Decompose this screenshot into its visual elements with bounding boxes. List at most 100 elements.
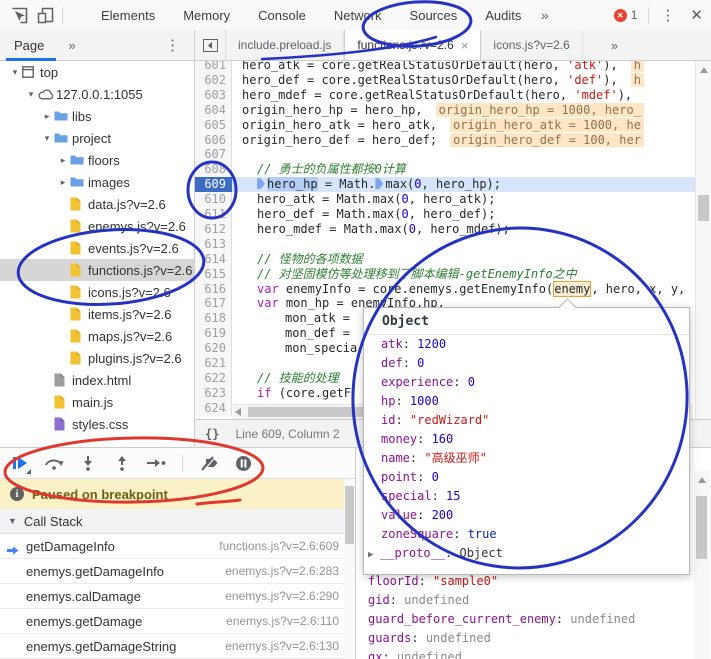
gutter-line-612[interactable]: 612 xyxy=(195,222,232,237)
gutter-line-617[interactable]: 617 xyxy=(195,296,232,311)
panel-tab-audits[interactable]: Audits xyxy=(483,2,523,29)
tree-item-items-js-v-2-6[interactable]: items.js?v=2.6 xyxy=(0,303,194,325)
gutter-line-601[interactable]: 601 xyxy=(195,61,232,73)
scrollbar-thumb[interactable] xyxy=(696,496,707,559)
tree-item-data-js-v-2-6[interactable]: data.js?v=2.6 xyxy=(0,193,194,215)
hide-navigator-icon[interactable] xyxy=(195,30,226,60)
gutter-line-611[interactable]: 611 xyxy=(195,207,232,222)
editor-vertical-scrollbar[interactable] xyxy=(695,61,711,419)
device-toolbar-icon[interactable] xyxy=(32,4,58,26)
scope-scrollbar[interactable] xyxy=(694,471,710,659)
tree-item-index-html[interactable]: index.html xyxy=(0,369,194,391)
step-over-button[interactable] xyxy=(42,452,66,474)
panel-tab-memory[interactable]: Memory xyxy=(181,2,232,29)
tab-close-icon[interactable]: × xyxy=(461,38,469,53)
tree-item-images[interactable]: ▸images xyxy=(0,171,194,193)
code-line-601: hero_atk = core.getRealStatusOrDefault(h… xyxy=(232,61,711,73)
chevron-down-icon[interactable]: ▾ xyxy=(8,67,22,78)
gutter-line-616[interactable]: 616 xyxy=(195,282,232,297)
gutter-line-607[interactable]: 607 xyxy=(195,147,232,162)
tree-item-styles-css[interactable]: styles.css xyxy=(0,413,194,435)
tree-item-enemys-js-v-2-6[interactable]: enemys.js?v=2.6 xyxy=(0,215,194,237)
gutter-line-613[interactable]: 613 xyxy=(195,237,232,252)
scrollbar-thumb[interactable] xyxy=(248,407,381,417)
panel-tab-sources[interactable]: Sources xyxy=(408,2,460,29)
gutter-line-620[interactable]: 620 xyxy=(195,341,232,356)
panel-tabs-overflow-icon[interactable]: » xyxy=(541,7,549,23)
chevron-down-icon[interactable]: ▾ xyxy=(40,133,54,144)
scope-var-gx: gx: undefined xyxy=(368,648,635,659)
tree-item-functions-js-v-2-6[interactable]: functions.js?v=2.6 xyxy=(0,259,194,281)
gutter-line-615[interactable]: 615 xyxy=(195,267,232,282)
hovered-variable-enemy[interactable]: enemy xyxy=(553,281,591,297)
tree-item-maps-js-v-2-6[interactable]: maps.js?v=2.6 xyxy=(0,325,194,347)
gutter-line-614[interactable]: 614 xyxy=(195,252,232,267)
tree-item-icons-js-v-2-6[interactable]: icons.js?v=2.6 xyxy=(0,281,194,303)
step-out-button[interactable] xyxy=(110,452,134,474)
call-stack-frame-enemys-getdamage[interactable]: enemys.getDamageenemys.js?v=2.6:110 xyxy=(0,609,355,634)
js-file-icon xyxy=(70,197,81,211)
continue-to-location-marker[interactable] xyxy=(375,178,383,189)
tree-item-plugins-js-v-2-6[interactable]: plugins.js?v=2.6 xyxy=(0,347,194,369)
chevron-right-icon[interactable]: ▸ xyxy=(40,111,54,122)
tab-page[interactable]: Page xyxy=(12,31,46,60)
tree-item-libs[interactable]: ▸libs xyxy=(0,105,194,127)
call-stack-frame-getdamageinfo[interactable]: getDamageInfofunctions.js?v=2.6:609 xyxy=(0,534,355,559)
gutter-line-606[interactable]: 606 xyxy=(195,133,232,148)
editor-tabs-overflow-icon[interactable]: » xyxy=(601,30,628,60)
call-stack-frame-enemys-getdamageinfo[interactable]: enemys.getDamageInfoenemys.js?v=2.6:283 xyxy=(0,559,355,584)
chevron-right-icon[interactable]: ▸ xyxy=(56,155,70,166)
inspect-element-icon[interactable] xyxy=(6,4,32,26)
gutter-line-603[interactable]: 603 xyxy=(195,88,232,103)
panel-tab-network[interactable]: Network xyxy=(332,2,384,29)
resume-button[interactable] xyxy=(8,452,32,474)
navigator-tabs-overflow-icon[interactable]: » xyxy=(68,38,75,53)
tree-item-project[interactable]: ▾project xyxy=(0,127,194,149)
tree-item-main-js[interactable]: main.js xyxy=(0,391,194,413)
editor-tab-include-preload-js[interactable]: include.preload.js xyxy=(226,30,344,60)
gutter-line-619[interactable]: 619 xyxy=(195,326,232,341)
chevron-down-icon[interactable]: ▾ xyxy=(24,89,38,100)
code-segment: , hero, x, y, xyxy=(591,282,685,296)
call-stack-header[interactable]: ▼ Call Stack xyxy=(0,509,355,534)
scroll-up-icon[interactable] xyxy=(700,67,708,73)
call-stack-frame-enemys-caldamage[interactable]: enemys.calDamageenemys.js?v=2.6:290 xyxy=(0,584,355,609)
gutter-line-621[interactable]: 621 xyxy=(195,356,232,371)
scrollbar-thumb[interactable] xyxy=(698,195,709,221)
expand-triangle-icon[interactable]: ▶ xyxy=(368,546,380,565)
navigator-menu-icon[interactable]: ⋮ xyxy=(165,38,180,53)
gutter-line-610[interactable]: 610 xyxy=(195,192,232,207)
devtools-menu-icon[interactable]: ⋮ xyxy=(660,8,675,23)
gutter-line-624[interactable]: 624 xyxy=(195,401,232,416)
gutter-line-622[interactable]: 622 xyxy=(195,371,232,386)
gutter-line-602[interactable]: 602 xyxy=(195,73,232,88)
scrollbar-thumb[interactable] xyxy=(345,486,354,544)
step-button[interactable] xyxy=(144,452,168,474)
gutter-line-605[interactable]: 605 xyxy=(195,118,232,133)
scroll-left-icon[interactable] xyxy=(235,408,241,416)
tree-item-floors[interactable]: ▸floors xyxy=(0,149,194,171)
continue-to-location-marker[interactable] xyxy=(257,178,265,189)
gutter-line-608[interactable]: 608 xyxy=(195,162,232,177)
editor-tab-functions-js-v-2-6[interactable]: functions.js?v=2.6× xyxy=(344,30,481,60)
gutter-line-604[interactable]: 604 xyxy=(195,103,232,118)
gutter-line-623[interactable]: 623 xyxy=(195,386,232,401)
chevron-right-icon[interactable]: ▸ xyxy=(56,177,70,188)
panel-tab-console[interactable]: Console xyxy=(256,2,308,29)
deactivate-breakpoints-button[interactable] xyxy=(197,452,221,474)
pretty-print-icon[interactable]: {} xyxy=(205,427,219,441)
gutter-line-618[interactable]: 618 xyxy=(195,311,232,326)
devtools-close-icon[interactable]: ✕ xyxy=(690,8,703,23)
popup-prop-proto[interactable]: ▶__proto__: Object xyxy=(364,544,689,565)
error-count-badge[interactable]: ✕ 1 xyxy=(614,8,638,22)
tree-item-top[interactable]: ▾top xyxy=(0,61,194,83)
pause-on-exceptions-button[interactable] xyxy=(231,452,255,474)
gutter-line-609[interactable]: 609 xyxy=(195,177,232,192)
call-stack-frame-enemys-getdamagestring[interactable]: enemys.getDamageStringenemys.js?v=2.6:13… xyxy=(0,634,355,659)
panel-tab-elements[interactable]: Elements xyxy=(99,2,157,29)
tree-item-events-js-v-2-6[interactable]: events.js?v=2.6 xyxy=(0,237,194,259)
editor-tab-icons-js-v-2-6[interactable]: icons.js?v=2.6 xyxy=(481,30,582,60)
step-into-button[interactable] xyxy=(76,452,100,474)
callstack-scrollbar[interactable] xyxy=(344,479,355,659)
tree-item-127-0-0-1-1055[interactable]: ▾127.0.0.1:1055 xyxy=(0,83,194,105)
